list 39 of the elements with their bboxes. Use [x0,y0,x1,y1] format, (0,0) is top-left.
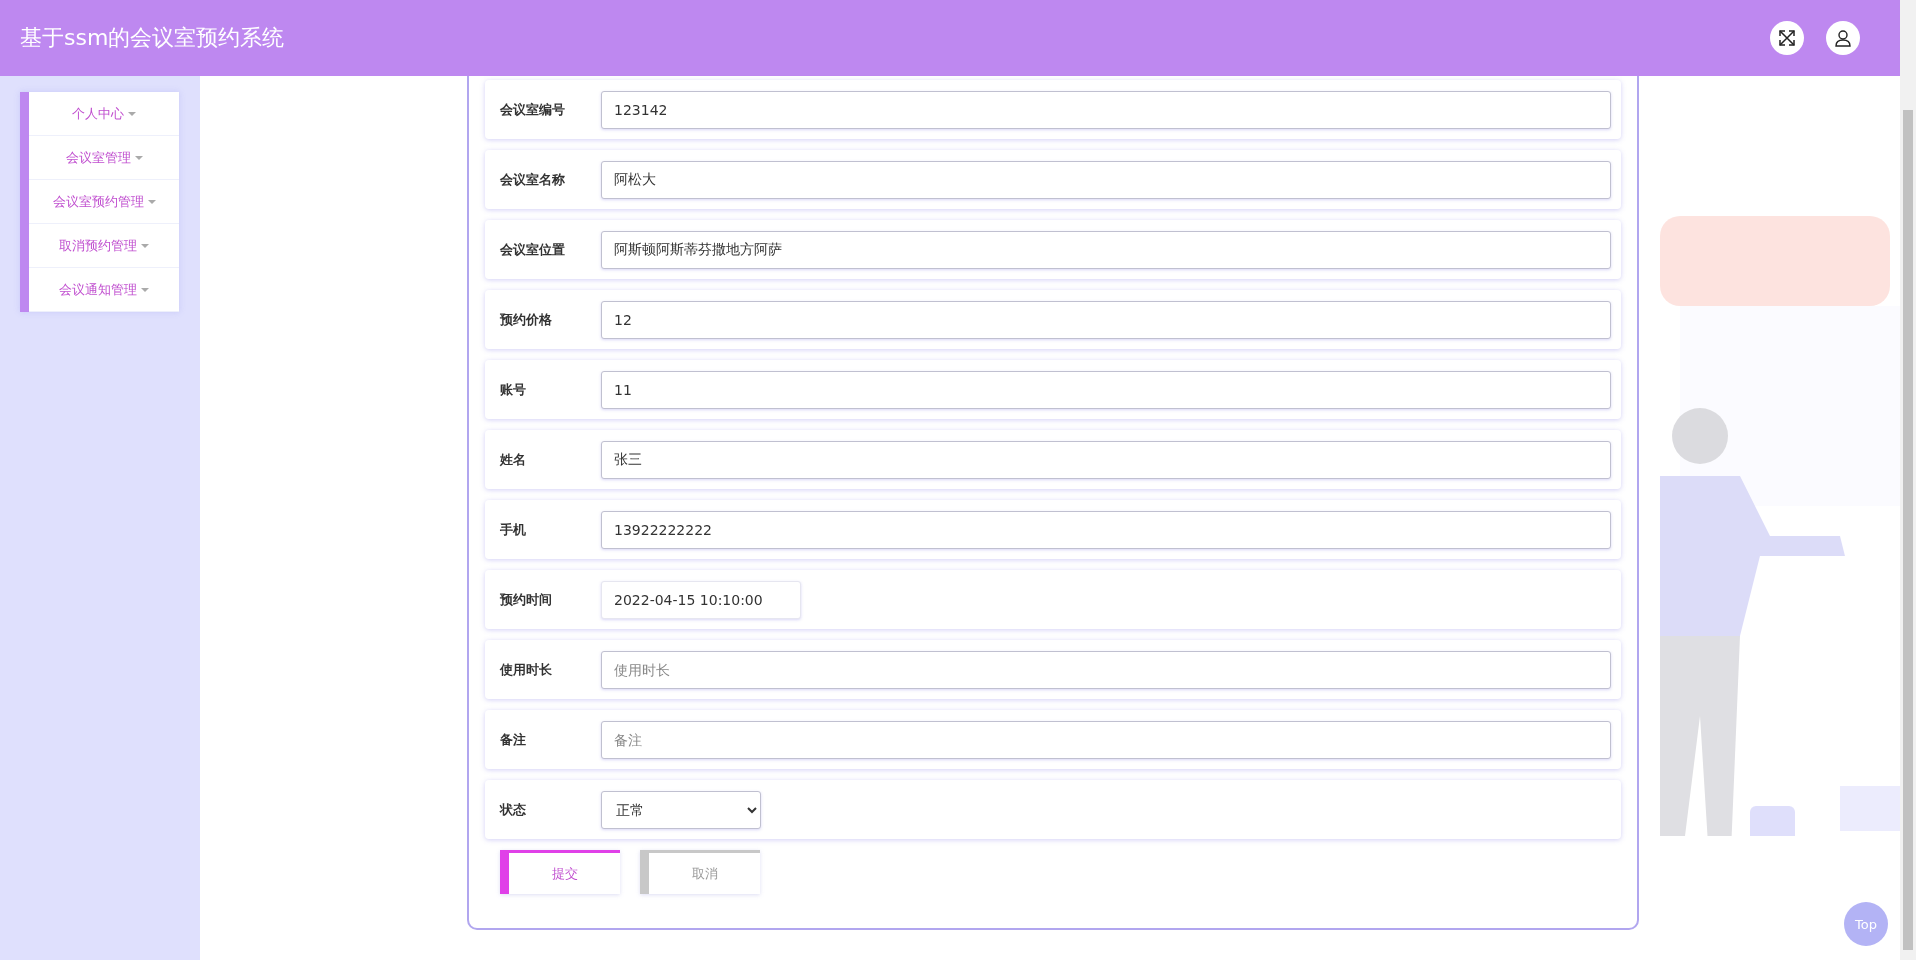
field-label: 会议室名称 [500,170,566,189]
text-field[interactable]: 阿斯顿阿斯蒂芬撒地方阿萨 [601,230,1611,269]
caret-icon [141,287,149,292]
caret-icon [147,199,156,204]
scrollbar[interactable] [1900,0,1916,960]
field-label: 预约价格 [500,310,553,329]
field-label: 备注 [500,730,527,749]
sidebar-menu-item[interactable]: 会议通知管理 [29,268,179,312]
text-field[interactable]: 11 [601,370,1611,409]
submit-button[interactable]: 提交 [500,850,620,894]
sidebar-menu-item[interactable]: 会议室预约管理 [29,180,179,224]
sidebar-menu-item[interactable]: 会议室管理 [29,136,179,180]
status-select[interactable]: 正常 [601,790,761,829]
caret-icon [128,111,136,116]
field-label: 预约时间 [500,590,553,609]
text-field[interactable]: 阿松大 [601,160,1611,199]
caret-icon [134,155,143,160]
text-field[interactable]: 13922222222 [601,510,1611,549]
date-field[interactable]: 2022-04-15 10:10:00 [601,580,801,619]
user-icon [1834,29,1852,47]
sidebar-menu-item[interactable]: 取消预约管理 [29,224,179,268]
text-field[interactable]: 备注 [601,720,1611,759]
text-field[interactable]: 使用时长 [601,650,1611,689]
field-label: 手机 [500,520,527,539]
system-title: 基于ssm的会议室预约系统 [20,24,285,52]
caret-icon [141,243,149,248]
field-label: 姓名 [500,450,527,469]
text-field[interactable]: 张三 [601,440,1611,479]
text-field[interactable]: 12 [601,300,1611,339]
expand-arrows-icon [1778,29,1796,47]
field-label: 状态 [500,800,527,819]
field-label: 使用时长 [500,660,553,679]
field-label: 账号 [500,380,527,399]
text-field[interactable]: 123142 [601,90,1611,129]
fullscreen-button[interactable] [1770,21,1804,55]
field-label: 会议室编号 [500,100,566,119]
field-label: 会议室位置 [500,240,566,259]
user-button[interactable] [1826,21,1860,55]
sidebar-menu-item[interactable]: 个人中心 [29,92,179,136]
